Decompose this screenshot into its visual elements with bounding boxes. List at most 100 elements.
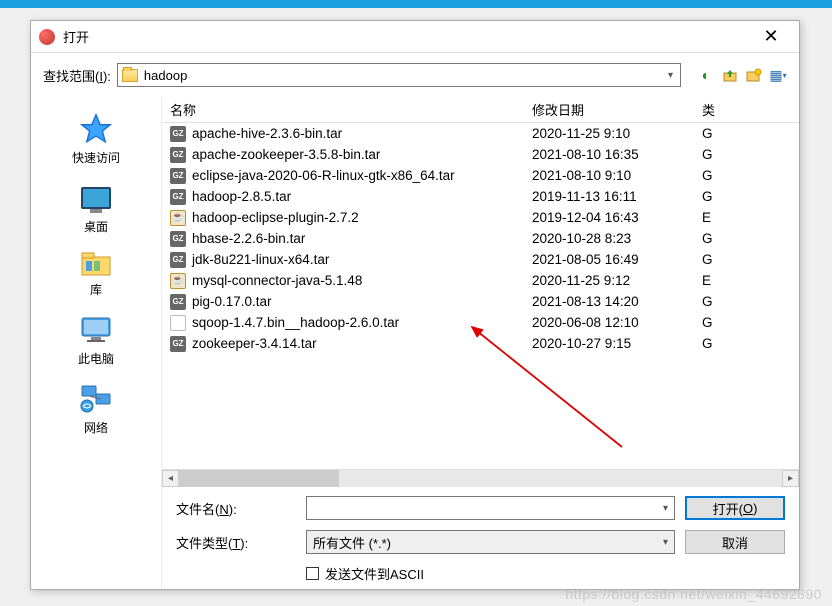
- scroll-right-button[interactable]: ▸: [782, 470, 799, 487]
- column-type[interactable]: 类: [702, 100, 799, 119]
- file-row[interactable]: GZ eclipse-java-2020-06-R-linux-gtk-x86_6…: [162, 165, 799, 186]
- ascii-checkbox[interactable]: [306, 567, 319, 580]
- place-quick-access[interactable]: 快速访问: [46, 105, 146, 174]
- scroll-left-button[interactable]: ◂: [162, 470, 179, 487]
- file-row[interactable]: GZ jdk-8u221-linux-x64.tar 2021-08-05 16:4…: [162, 249, 799, 270]
- place-label: 快速访问: [72, 149, 120, 166]
- ascii-label: 发送文件到ASCII: [325, 564, 424, 583]
- filetype-value: 所有文件 (*.*): [313, 533, 391, 552]
- file-name-text: apache-hive-2.3.6-bin.tar: [192, 126, 342, 141]
- lookin-combo[interactable]: hadoop ▾: [117, 63, 681, 87]
- quick-access-icon: [78, 113, 114, 145]
- file-row[interactable]: GZapache-zookeeper-3.5.8-bin.tar2021-08-…: [162, 144, 799, 165]
- file-date-text: 2020-06-08 12:10: [532, 315, 702, 330]
- file-name-text: jdk-8u221-linux-x64.tar: [192, 252, 329, 267]
- scroll-track[interactable]: [179, 470, 782, 487]
- titlebar: 打开 ✕: [31, 21, 799, 53]
- column-headers: 名称 修改日期 类: [162, 97, 799, 123]
- jar-file-icon: ☕: [170, 273, 186, 289]
- lookin-folder-name: hadoop: [144, 68, 665, 83]
- filename-field[interactable]: [313, 501, 663, 516]
- filename-row: 文件名(N): ▾ 打开(O): [176, 496, 785, 520]
- file-type-text: G: [702, 231, 799, 246]
- filename-label: 文件名(N):: [176, 499, 296, 518]
- filename-input[interactable]: ▾: [306, 496, 675, 520]
- file-date-text: 2020-11-25 9:10: [532, 126, 702, 141]
- file-row[interactable]: GZhbase-2.2.6-bin.tar2020-10-28 8:23G: [162, 228, 799, 249]
- file-type-text: G: [702, 147, 799, 162]
- file-name-text: hadoop-2.8.5.tar: [192, 189, 291, 204]
- file-name-text: hadoop-eclipse-plugin-2.7.2: [192, 210, 359, 225]
- gz-file-icon: GZ: [170, 168, 186, 184]
- place-label: 此电脑: [78, 350, 114, 367]
- gz-file-icon: GZ: [170, 231, 186, 247]
- gz-file-icon: GZ: [170, 147, 186, 163]
- file-name-text: mysql-connector-java-5.1.48: [192, 273, 362, 288]
- ascii-row: 发送文件到ASCII: [176, 564, 785, 583]
- place-desktop[interactable]: 桌面: [46, 174, 146, 243]
- bottom-form: 文件名(N): ▾ 打开(O) 文件类型(T): 所有文件 (*.: [162, 486, 799, 589]
- file-name-text: eclipse-java-2020-06-R-linux-gtk-x86_64.…: [192, 168, 455, 183]
- file-type-text: G: [702, 294, 799, 309]
- place-this-pc[interactable]: 此电脑: [46, 306, 146, 375]
- file-date-text: 2019-12-04 16:43: [532, 210, 702, 225]
- file-row[interactable]: GZhadoop-2.8.5.tar2019-11-13 16:11G: [162, 186, 799, 207]
- file-type-text: G: [702, 168, 799, 183]
- file-row[interactable]: GZzookeeper-3.4.14.tar2020-10-27 9:15G: [162, 333, 799, 354]
- file-type-text: G: [702, 336, 799, 351]
- desktop-icon: [78, 182, 114, 214]
- dialog-title: 打开: [63, 27, 751, 46]
- file-type-text: G: [702, 252, 799, 267]
- file-date-text: 2020-10-27 9:15: [532, 336, 702, 351]
- file-date-text: 2020-10-28 8:23: [532, 231, 702, 246]
- scroll-thumb[interactable]: [179, 470, 339, 487]
- column-date[interactable]: 修改日期: [532, 100, 702, 119]
- file-name-text: pig-0.17.0.tar: [192, 294, 272, 309]
- gz-file-icon: GZ: [170, 126, 186, 142]
- file-name-text: sqoop-1.4.7.bin__hadoop-2.6.0.tar: [192, 315, 399, 330]
- dialog-body: 快速访问 桌面 库 此电脑 网络: [31, 97, 799, 589]
- close-icon: ✕: [763, 26, 778, 47]
- close-button[interactable]: ✕: [751, 23, 791, 51]
- cancel-button[interactable]: 取消: [685, 530, 785, 554]
- lookin-toolbar: ◐ ▦▾: [697, 66, 787, 84]
- place-network[interactable]: 网络: [46, 375, 146, 444]
- watermark: https://blog.csdn.net/weixin_44692890: [565, 586, 822, 602]
- file-type-text: G: [702, 189, 799, 204]
- filetype-label: 文件类型(T):: [176, 533, 296, 552]
- filetype-select[interactable]: 所有文件 (*.*) ▾: [306, 530, 675, 554]
- file-row[interactable]: GZ pig-0.17.0.tar 2021-08-13 14:20G: [162, 291, 799, 312]
- view-menu-icon[interactable]: ▦▾: [769, 66, 787, 84]
- place-libraries[interactable]: 库: [46, 243, 146, 306]
- gz-file-icon: GZ: [170, 336, 186, 352]
- open-button[interactable]: 打开(O): [685, 496, 785, 520]
- gz-file-icon: GZ: [170, 294, 186, 310]
- back-icon[interactable]: ◐: [697, 66, 715, 84]
- file-type-text: E: [702, 210, 799, 225]
- file-date-text: 2021-08-13 14:20: [532, 294, 702, 309]
- filetype-row: 文件类型(T): 所有文件 (*.*) ▾ 取消: [176, 530, 785, 554]
- file-date-text: 2021-08-05 16:49: [532, 252, 702, 267]
- up-one-level-icon[interactable]: [721, 66, 739, 84]
- column-name[interactable]: 名称: [162, 100, 532, 119]
- network-icon: [78, 383, 114, 415]
- file-listview[interactable]: 名称 修改日期 类 GZ apache-hive-2.3.6-bin.tar 202…: [162, 97, 799, 469]
- chevron-down-icon[interactable]: ▾: [663, 503, 668, 514]
- file-row[interactable]: sqoop-1.4.7.bin__hadoop-2.6.0.tar 2020-06…: [162, 312, 799, 333]
- file-row[interactable]: ☕ mysql-connector-java-5.1.48 2020-11-25 9…: [162, 270, 799, 291]
- file-area: 名称 修改日期 类 GZ apache-hive-2.3.6-bin.tar 202…: [161, 97, 799, 589]
- horizontal-scrollbar[interactable]: ◂ ▸: [162, 469, 799, 486]
- this-pc-icon: [78, 314, 114, 346]
- gz-file-icon: GZ: [170, 252, 186, 268]
- gz-file-icon: GZ: [170, 189, 186, 205]
- file-date-text: 2020-11-25 9:12: [532, 273, 702, 288]
- new-folder-icon[interactable]: [745, 66, 763, 84]
- chevron-down-icon[interactable]: ▾: [665, 70, 676, 81]
- file-row[interactable]: GZ apache-hive-2.3.6-bin.tar 2020-11-25 9:…: [162, 123, 799, 144]
- lookin-row: 查找范围(I): hadoop ▾ ◐ ▦▾: [31, 53, 799, 97]
- file-row[interactable]: ☕ hadoop-eclipse-plugin-2.7.2 2019-12-04 1…: [162, 207, 799, 228]
- chevron-down-icon[interactable]: ▾: [663, 537, 668, 548]
- file-type-text: G: [702, 315, 799, 330]
- folder-icon: [122, 69, 138, 82]
- jar-file-icon: ☕: [170, 210, 186, 226]
